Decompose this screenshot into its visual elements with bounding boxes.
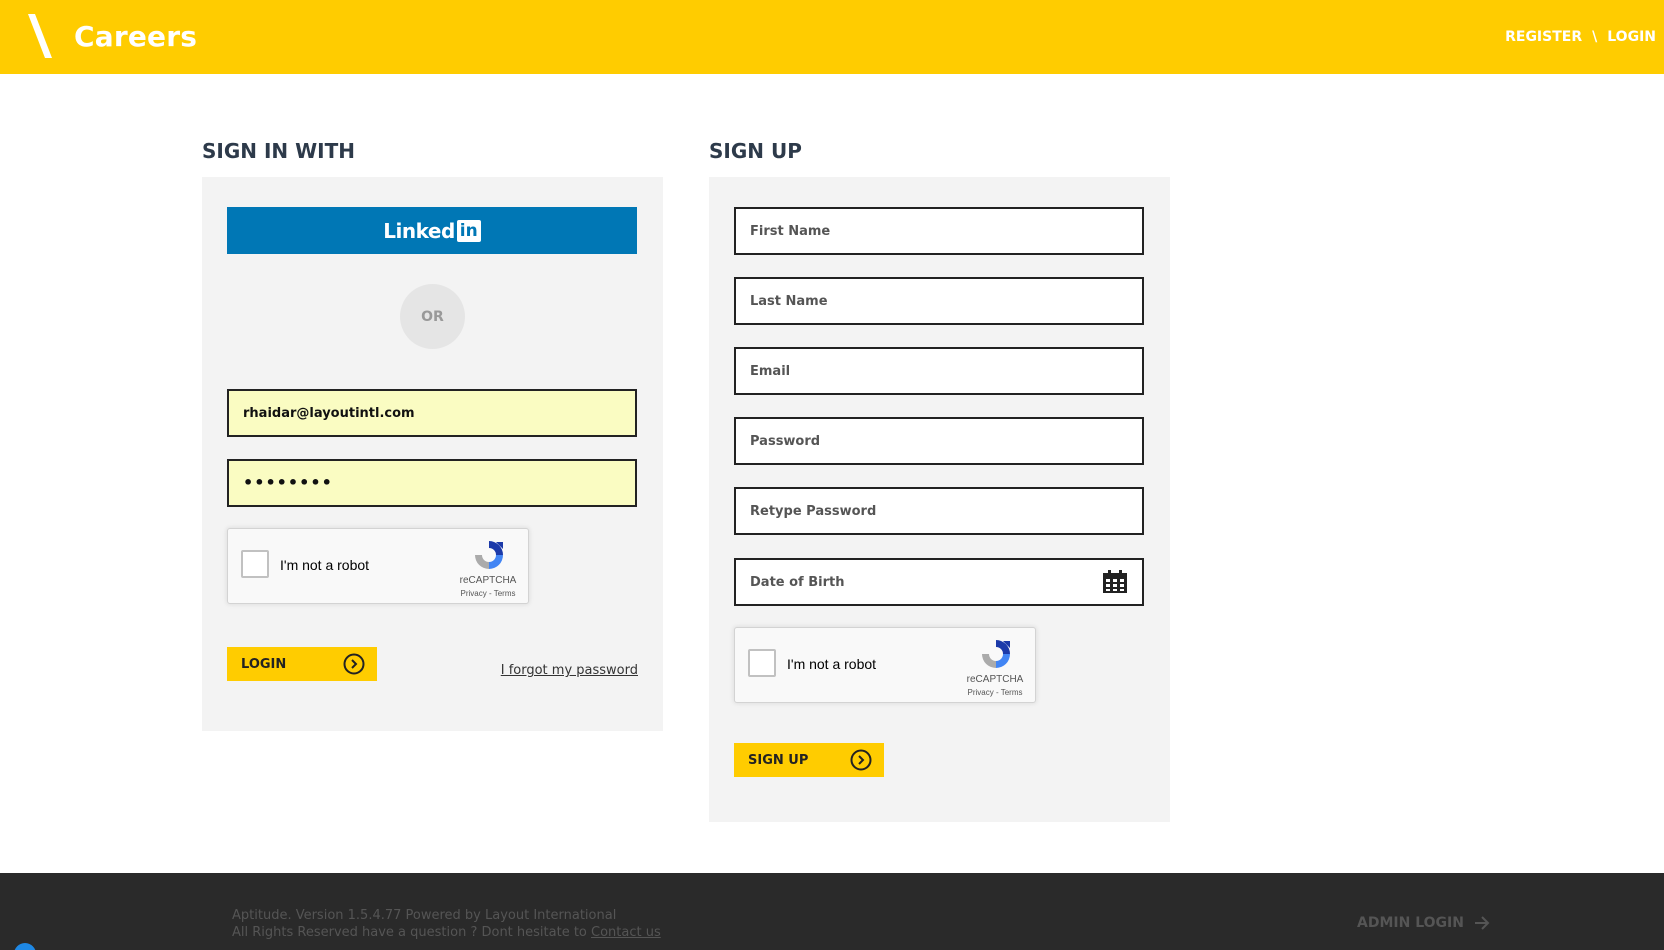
last-name-input[interactable]: Last Name	[734, 277, 1144, 325]
contact-us-link[interactable]: Contact us	[591, 925, 661, 940]
signup-recaptcha: I'm not a robot reCAPTCHA Privacy - Term…	[734, 627, 1036, 703]
signup-title: SIGN UP	[709, 139, 802, 163]
admin-login-label: ADMIN LOGIN	[1357, 915, 1464, 931]
retype-password-placeholder: Retype Password	[750, 503, 877, 519]
first-name-input[interactable]: First Name	[734, 207, 1144, 255]
signin-panel: Linked in OR rhaidar@layoutintl.com ••••…	[202, 177, 663, 731]
date-of-birth-input[interactable]: Date of Birth	[734, 558, 1144, 606]
signup-recaptcha-checkbox[interactable]	[748, 649, 776, 677]
login-link[interactable]: LOGIN	[1607, 29, 1656, 45]
signup-button[interactable]: SIGN UP	[734, 743, 884, 777]
linkedin-button[interactable]: Linked in	[227, 207, 637, 254]
arrow-circle-icon	[343, 653, 365, 675]
recaptcha-logo-icon	[475, 541, 503, 569]
signup-email-placeholder: Email	[750, 363, 791, 379]
date-of-birth-placeholder: Date of Birth	[750, 574, 845, 590]
footer-rights: All Rights Reserved have a question ? Do…	[232, 924, 661, 941]
footer-rights-text: All Rights Reserved have a question ? Do…	[232, 925, 592, 940]
signin-email-value: rhaidar@layoutintl.com	[243, 405, 415, 421]
arrow-circle-icon	[850, 749, 872, 771]
signin-title: SIGN IN WITH	[202, 139, 355, 163]
footer: Aptitude. Version 1.5.4.77 Powered by La…	[0, 873, 1664, 950]
signup-password-input[interactable]: Password	[734, 417, 1144, 465]
admin-login-link[interactable]: ADMIN LOGIN	[1357, 915, 1490, 931]
brand-title[interactable]: Careers	[74, 20, 197, 53]
register-link[interactable]: REGISTER	[1505, 29, 1582, 45]
arrow-right-icon	[1474, 916, 1490, 930]
logo-slash-icon[interactable]	[28, 14, 52, 58]
calendar-icon[interactable]	[1102, 570, 1128, 594]
top-header: Careers REGISTER \ LOGIN	[0, 0, 1664, 74]
signup-recaptcha-links[interactable]: Privacy - Terms	[955, 688, 1035, 697]
signin-password-input[interactable]: ••••••••	[227, 459, 637, 507]
signin-password-value: ••••••••	[243, 473, 333, 492]
signup-email-input[interactable]: Email	[734, 347, 1144, 395]
signup-recaptcha-label: I'm not a robot	[787, 656, 877, 672]
signup-button-label: SIGN UP	[748, 752, 809, 768]
signin-recaptcha-brand: reCAPTCHA	[459, 575, 517, 586]
linkedin-icon: in	[456, 219, 481, 242]
login-button[interactable]: LOGIN	[227, 647, 377, 681]
signin-recaptcha-checkbox[interactable]	[241, 550, 269, 578]
signup-panel: First Name Last Name Email Password Rety…	[709, 177, 1170, 822]
signin-email-input[interactable]: rhaidar@layoutintl.com	[227, 389, 637, 437]
signup-password-placeholder: Password	[750, 433, 821, 449]
footer-version: Aptitude. Version 1.5.4.77 Powered by La…	[232, 908, 617, 923]
forgot-password-link[interactable]: I forgot my password	[501, 663, 638, 678]
signin-recaptcha-links[interactable]: Privacy - Terms	[448, 589, 528, 598]
retype-password-input[interactable]: Retype Password	[734, 487, 1144, 535]
login-button-label: LOGIN	[241, 656, 287, 672]
or-divider: OR	[400, 284, 465, 349]
signin-recaptcha-label: I'm not a robot	[280, 557, 370, 573]
nav-separator: \	[1592, 29, 1598, 45]
linkedin-wordmark: Linked	[383, 218, 455, 243]
signup-recaptcha-brand: reCAPTCHA	[966, 674, 1024, 685]
first-name-placeholder: First Name	[750, 223, 831, 239]
footer-text: Aptitude. Version 1.5.4.77 Powered by La…	[232, 907, 661, 941]
recaptcha-logo-icon	[982, 640, 1010, 668]
last-name-placeholder: Last Name	[750, 293, 828, 309]
signin-recaptcha: I'm not a robot reCAPTCHA Privacy - Term…	[227, 528, 529, 604]
top-nav: REGISTER \ LOGIN	[1505, 29, 1656, 45]
